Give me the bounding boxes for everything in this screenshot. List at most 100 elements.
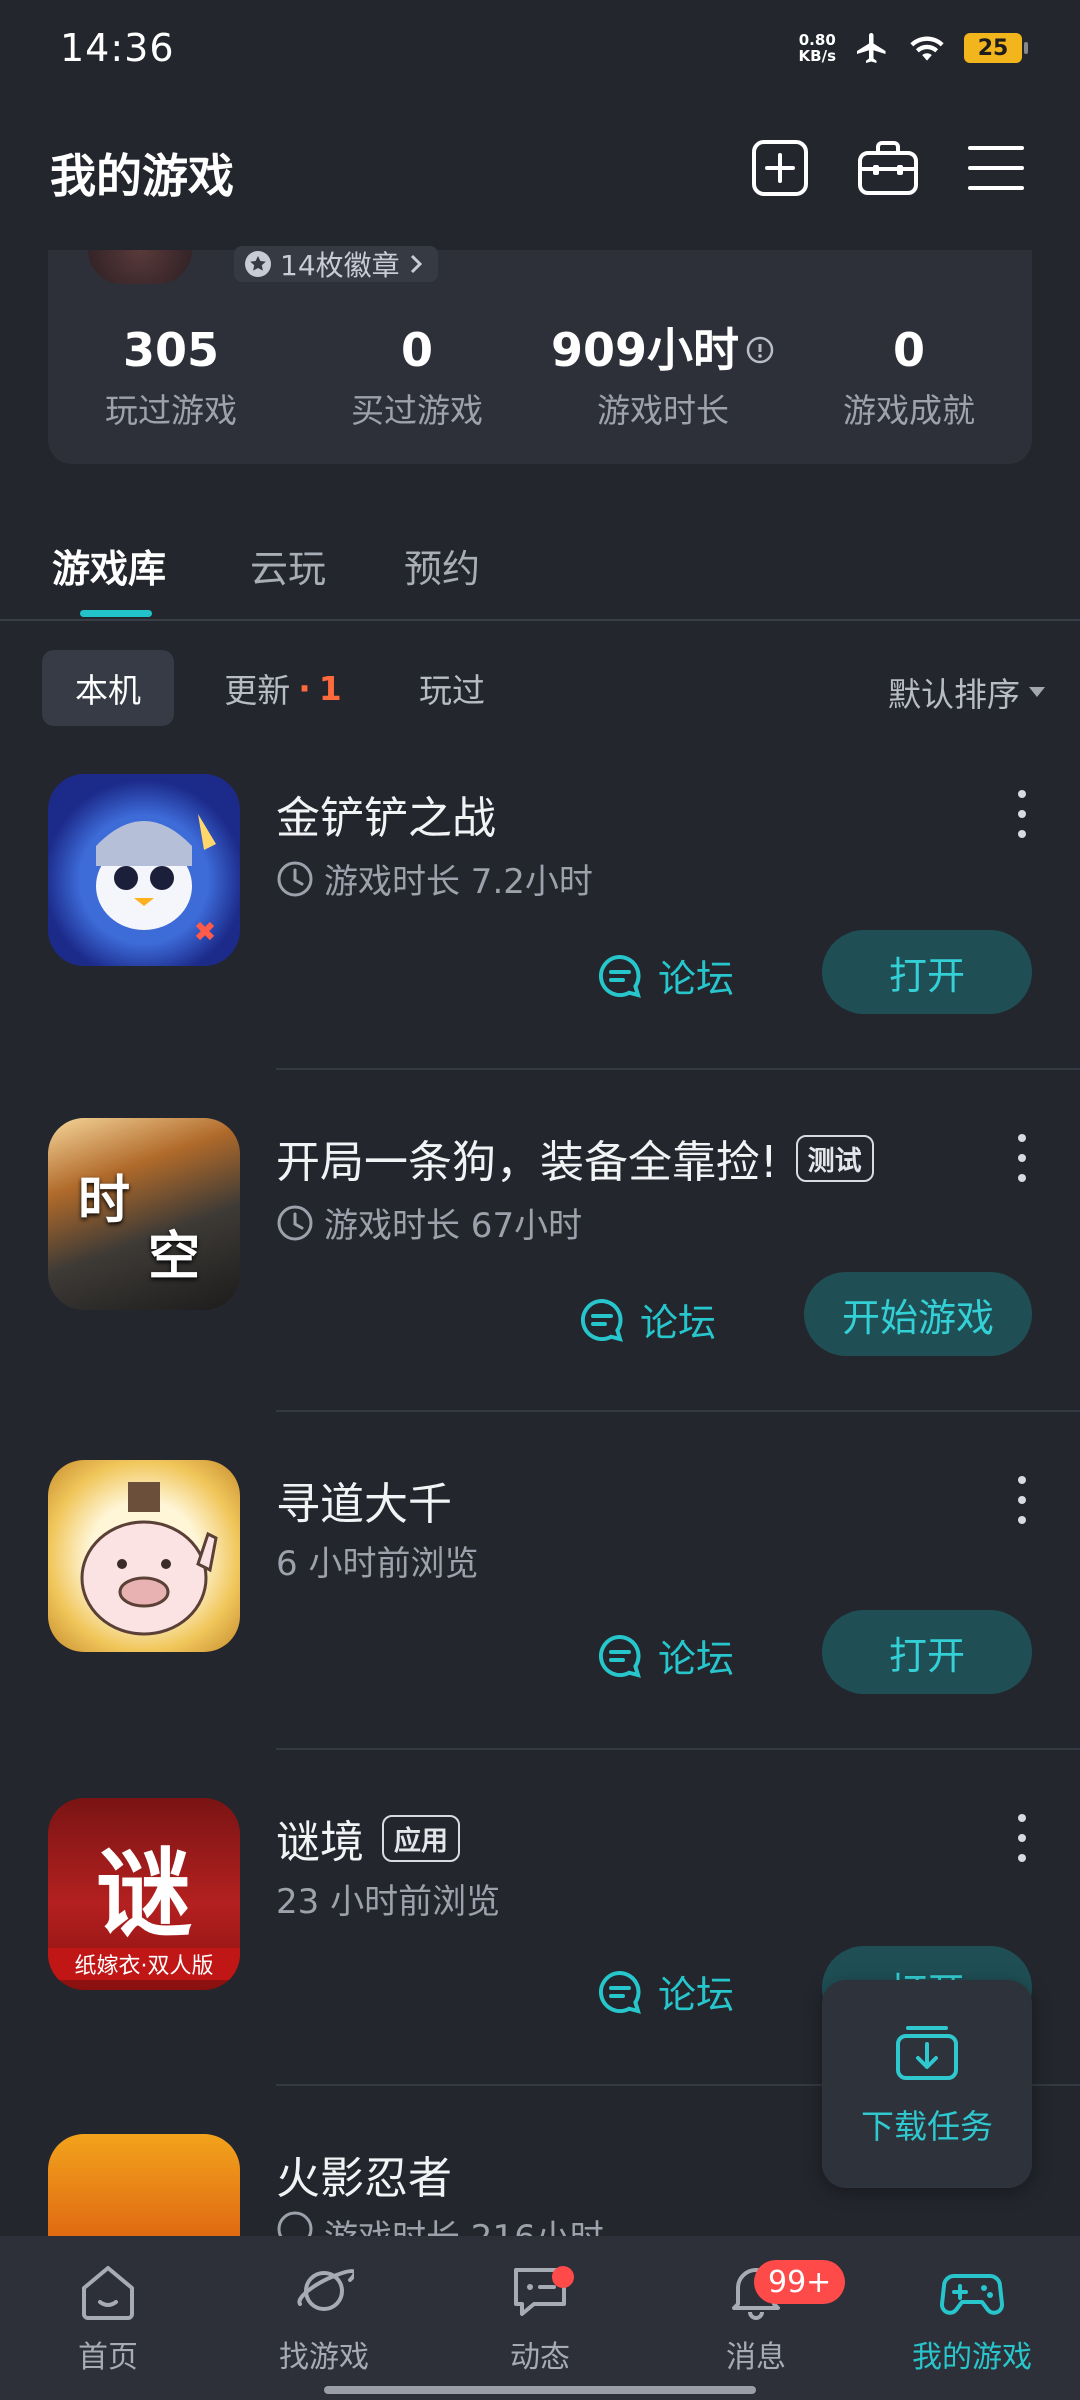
forum-icon [598,1970,641,2014]
chevron-right-icon [410,254,422,274]
clock-icon [277,861,313,896]
game-title[interactable]: 开局一条狗，装备全靠捡! 测试 [276,1126,874,1190]
game-subtitle: 游戏时长 67小时 [276,1198,582,1247]
game-icon-jcc[interactable] [48,774,240,966]
game-subtitle: 游戏时长 216小时 [276,2210,604,2236]
forum-icon [580,1298,623,1342]
game-subtitle-text: 游戏时长 7.2小时 [324,862,593,902]
gamepad-icon [940,2274,1004,2315]
sort-dropdown[interactable]: 默认排序 [888,668,1046,716]
row-divider [276,1068,1080,1070]
game-subtitle: 游戏时长 7.2小时 [276,854,593,903]
add-square-icon[interactable] [748,136,812,200]
message-count-badge: 99+ [754,2260,846,2304]
filter-update[interactable]: 更新 · 1 [200,650,366,726]
info-icon[interactable] [745,335,775,365]
game-title-text: 谜境 [276,1817,364,1868]
nav-label: 找游戏 [279,2340,369,2375]
app-tag: 应用 [382,1814,460,1862]
tab-game-library[interactable]: 游戏库 [52,538,166,593]
filter-local[interactable]: 本机 [42,650,174,726]
wifi-icon [910,36,944,61]
status-time: 14:36 [60,26,175,70]
game-title[interactable]: 谜境 应用 [276,1806,460,1870]
more-icon[interactable] [1012,790,1032,838]
filter-update-label: 更新 [224,671,291,710]
game-title-text: 火影忍者 [276,2153,452,2204]
airplane-icon [857,33,886,63]
more-icon[interactable] [1012,1134,1032,1182]
page-title: 我的游戏 [50,149,234,203]
stat-achievements[interactable]: 0 游戏成就 [786,322,1032,432]
game-subtitle-text: 游戏时长 67小时 [324,1206,583,1246]
game-subtitle-text: 游戏时长 216小时 [324,2210,604,2236]
game-icon-naruto[interactable] [48,2134,240,2236]
download-tasks-button[interactable]: 下载任务 [822,1980,1032,2188]
filter-played[interactable]: 玩过 [396,650,508,726]
stat-label: 玩过游戏 [105,391,237,430]
stat-label: 买过游戏 [351,391,483,430]
feed-notification-dot [552,2266,574,2288]
stat-bought-games[interactable]: 0 买过游戏 [294,322,540,432]
game-icon-xundao[interactable] [48,1460,240,1652]
game-subtitle: 23 小时前浏览 [276,1874,500,1923]
open-button[interactable]: 打开 [822,930,1032,1014]
forum-button[interactable]: 论坛 [596,1628,734,1683]
open-button[interactable]: 打开 [822,1610,1032,1694]
battery-icon: 25 [964,33,1028,63]
more-icon[interactable] [1012,1476,1032,1524]
tab-indicator [80,610,152,617]
tab-divider [0,619,1080,621]
nav-home[interactable]: 首页 [0,2262,216,2376]
planet-icon [297,2269,354,2311]
network-speed-value: 0.80 [798,31,836,49]
nav-label: 动态 [510,2340,570,2375]
menu-icon[interactable] [964,136,1028,200]
sort-label: 默认排序 [888,675,1020,714]
forum-label: 论坛 [658,1973,735,2017]
status-icons: 0.80 KB/s 25 [798,30,1028,66]
update-count: 1 [318,668,342,708]
game-icon-text: 纸嫁衣·双人版 [48,1948,240,1980]
home-indicator[interactable] [324,2386,756,2394]
start-game-button[interactable]: 开始游戏 [804,1272,1032,1356]
forum-button[interactable]: 论坛 [596,948,734,1003]
game-subtitle-text: 6 小时前浏览 [276,1544,479,1584]
stat-played-games[interactable]: 305 玩过游戏 [48,322,294,432]
toolbox-icon[interactable] [856,136,920,200]
more-icon[interactable] [1012,1814,1032,1862]
stat-value: 909小时 [550,323,740,377]
home-icon [82,2266,134,2320]
test-tag: 测试 [795,1134,874,1182]
clock-icon [277,2211,313,2236]
stat-value: 0 [892,323,925,377]
download-label: 下载任务 [861,2107,993,2146]
stat-play-time[interactable]: 909小时 游戏时长 [540,322,786,432]
nav-label: 首页 [78,2340,138,2375]
forum-button[interactable]: 论坛 [596,1964,734,2019]
forum-icon [598,954,641,998]
game-icon-text: 时 [78,1171,131,1231]
forum-label: 论坛 [658,957,735,1001]
row-divider [276,1410,1080,1412]
stat-label: 游戏成就 [843,391,975,430]
nav-feed[interactable]: 动态 [432,2262,648,2376]
badges-pill[interactable]: 14枚徽章 [234,246,438,282]
game-icon-shikong[interactable]: 时 空 [48,1118,240,1310]
game-subtitle: 6 小时前浏览 [276,1536,478,1585]
forum-label: 论坛 [640,1301,717,1345]
game-icon-text: 谜 [96,1838,192,1950]
tab-cloud-play[interactable]: 云玩 [250,538,326,593]
game-icon-mijing[interactable]: 谜 纸嫁衣·双人版 [48,1798,240,1990]
nav-my-games[interactable]: 我的游戏 [864,2262,1080,2376]
tab-reservations[interactable]: 预约 [404,538,480,593]
caret-down-icon [1029,687,1045,697]
game-title[interactable]: 火影忍者 [276,2142,452,2206]
game-title-text: 开局一条狗，装备全靠捡! [276,1137,778,1188]
forum-button[interactable]: 论坛 [578,1292,716,1347]
nav-discover[interactable]: 找游戏 [216,2262,432,2376]
forum-icon [598,1634,641,1678]
game-title[interactable]: 金铲铲之战 [276,782,496,846]
game-title-text: 寻道大千 [276,1479,452,1530]
game-title[interactable]: 寻道大千 [276,1468,452,1532]
